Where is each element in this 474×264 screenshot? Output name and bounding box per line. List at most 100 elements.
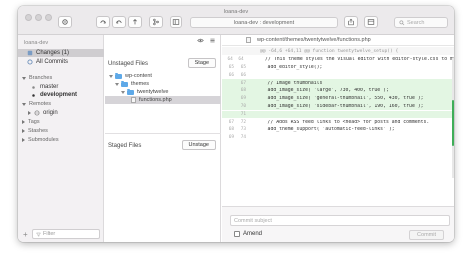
diff-line-added: 70 add_image_size( 'sidebar-thumbnail', … (222, 102, 454, 111)
diff-line-text: add_theme_support( 'automatic-feed-links… (256, 127, 395, 133)
search-field[interactable]: Search (394, 17, 448, 28)
new-line-number: 74 (240, 135, 246, 141)
fetch-button[interactable] (96, 16, 110, 28)
sidebar-item-changes[interactable]: Changes (1) (18, 49, 104, 57)
diff-line-context: 66 66 (222, 72, 454, 80)
disclosure-open-icon (22, 76, 26, 80)
diff-line-text: add_image_size( 'large', 730, 400, true … (256, 88, 389, 94)
search-placeholder: Search (407, 19, 425, 26)
disclosure-open-icon (115, 82, 119, 86)
current-branch-icon (30, 92, 37, 98)
new-line-number: 73 (240, 127, 246, 133)
disclosure-closed-icon (22, 138, 25, 142)
commit-button[interactable]: Commit (409, 230, 444, 240)
layout-button[interactable] (364, 16, 378, 28)
push-button[interactable] (128, 16, 142, 28)
remotes-header[interactable]: Remotes (22, 101, 51, 107)
new-line-number: 65 (240, 65, 246, 71)
amend-checkbox[interactable] (234, 231, 240, 237)
unstaged-files-title: Unstaged Files (108, 61, 149, 67)
diff-line-context: 68 73 add_theme_support( 'automatic-feed-… (222, 126, 454, 134)
new-line-number: 68 (240, 88, 246, 94)
merge-button[interactable] (149, 16, 163, 28)
tags-header[interactable]: Tags (22, 119, 40, 125)
pull-button[interactable] (112, 16, 126, 28)
push-icon (133, 19, 137, 25)
branches-header[interactable]: Branches (22, 75, 52, 81)
old-line-number: 65 (228, 65, 234, 71)
eye-icon[interactable] (197, 37, 204, 44)
diff-line-text: add_editor_style(); (256, 65, 323, 71)
diff-line-text: // Image thumbnails (256, 80, 323, 86)
amend-label: Amend (243, 231, 263, 237)
diff-file-path: wp-content/themes/twentytwelve/functions… (257, 37, 371, 43)
diff-panel: wp-content/themes/twentytwelve/functions… (222, 35, 454, 205)
amend-option[interactable]: Amend (234, 231, 262, 237)
tree-folder-themes[interactable]: themes (105, 80, 221, 88)
sidebar-item-branch-master[interactable]: master (18, 83, 104, 91)
new-line-number: 71 (240, 111, 246, 117)
sidebar-toggle-button[interactable] (170, 16, 182, 28)
disclosure-closed-icon (28, 111, 31, 115)
disclosure-closed-icon (22, 120, 25, 124)
diff-scrollbar[interactable] (452, 58, 454, 178)
old-line-number: 66 (228, 72, 234, 78)
sidebar-icon (172, 19, 180, 25)
stage-button[interactable]: Stage (187, 58, 216, 68)
commits-icon (26, 59, 33, 65)
folder-icon (115, 72, 122, 79)
diff-line-text: // This theme styles the visual editor w… (253, 57, 454, 63)
branch-icon (30, 84, 37, 90)
file-list-panel: Unstaged Files Stage wp-content themes t… (105, 35, 221, 242)
window-title: loana-dev (223, 9, 249, 15)
folder-icon (127, 88, 134, 95)
diff-line-text: // Adds RSS feed links to <head> for pos… (256, 119, 430, 125)
tree-file-functions-php[interactable]: functions.php (105, 96, 221, 104)
section-divider (105, 133, 221, 134)
sidebar: loana-dev Changes (1) All Commits Branch… (18, 35, 104, 242)
new-line-number: 69 (240, 96, 246, 102)
share-button[interactable] (344, 16, 358, 28)
old-line-number: 67 (228, 119, 234, 125)
unstage-button[interactable]: Unstage (181, 140, 216, 150)
diff-line-context: 69 74 (222, 134, 454, 142)
php-file-icon (131, 97, 136, 103)
repo-name: loana-dev (24, 40, 49, 46)
zoom-window-button[interactable] (45, 14, 52, 21)
folder-icon (121, 80, 128, 87)
disclosure-open-icon (121, 90, 125, 94)
sidebar-filter-field[interactable]: Filter (32, 229, 100, 239)
gear-icon (62, 19, 68, 25)
list-icon[interactable] (209, 37, 216, 44)
current-branch-field[interactable]: loana-dev : development (190, 17, 338, 28)
diff-hunk-header: @@ -64,6 +64,11 @@ function twentytwelve… (222, 47, 454, 55)
tree-folder-wp-content[interactable]: wp-content (105, 72, 221, 80)
new-line-number: 70 (240, 104, 246, 110)
tree-folder-twentytwelve[interactable]: twentytwelve (105, 88, 221, 96)
sidebar-item-all-commits[interactable]: All Commits (18, 58, 104, 66)
changes-icon (26, 50, 33, 56)
sidebar-item-branch-development[interactable]: development (18, 91, 104, 99)
new-line-number: 64 (238, 57, 244, 63)
new-line-number: 66 (240, 72, 246, 78)
merge-icon (153, 18, 159, 26)
new-line-number: 72 (240, 119, 246, 125)
settings-button[interactable] (58, 16, 72, 28)
commit-subject-input[interactable]: Commit subject (230, 215, 450, 226)
submodules-header[interactable]: Submodules (22, 137, 59, 143)
sidebar-item-label: Changes (1) (36, 50, 70, 56)
minimize-window-button[interactable] (35, 14, 42, 21)
disclosure-open-icon (109, 74, 113, 78)
diff-line-text: add_image_size( 'sidebar-thumbnail', 190… (256, 104, 424, 110)
stashes-header[interactable]: Stashes (22, 128, 48, 134)
scrollbar-thumb[interactable] (452, 100, 454, 146)
filter-icon (36, 232, 41, 237)
diff-line-context: 67 72 // Adds RSS feed links to <head> fo… (222, 118, 454, 126)
sidebar-item-remote-origin[interactable]: origin (18, 109, 104, 117)
sidebar-item-label: All Commits (36, 59, 69, 65)
close-window-button[interactable] (25, 14, 32, 21)
add-icon[interactable]: + (23, 230, 28, 239)
window-icon (367, 19, 375, 25)
diff-line-added: 69 add_image_size( 'general-thumbnail', … (222, 95, 454, 103)
search-icon (399, 20, 405, 25)
